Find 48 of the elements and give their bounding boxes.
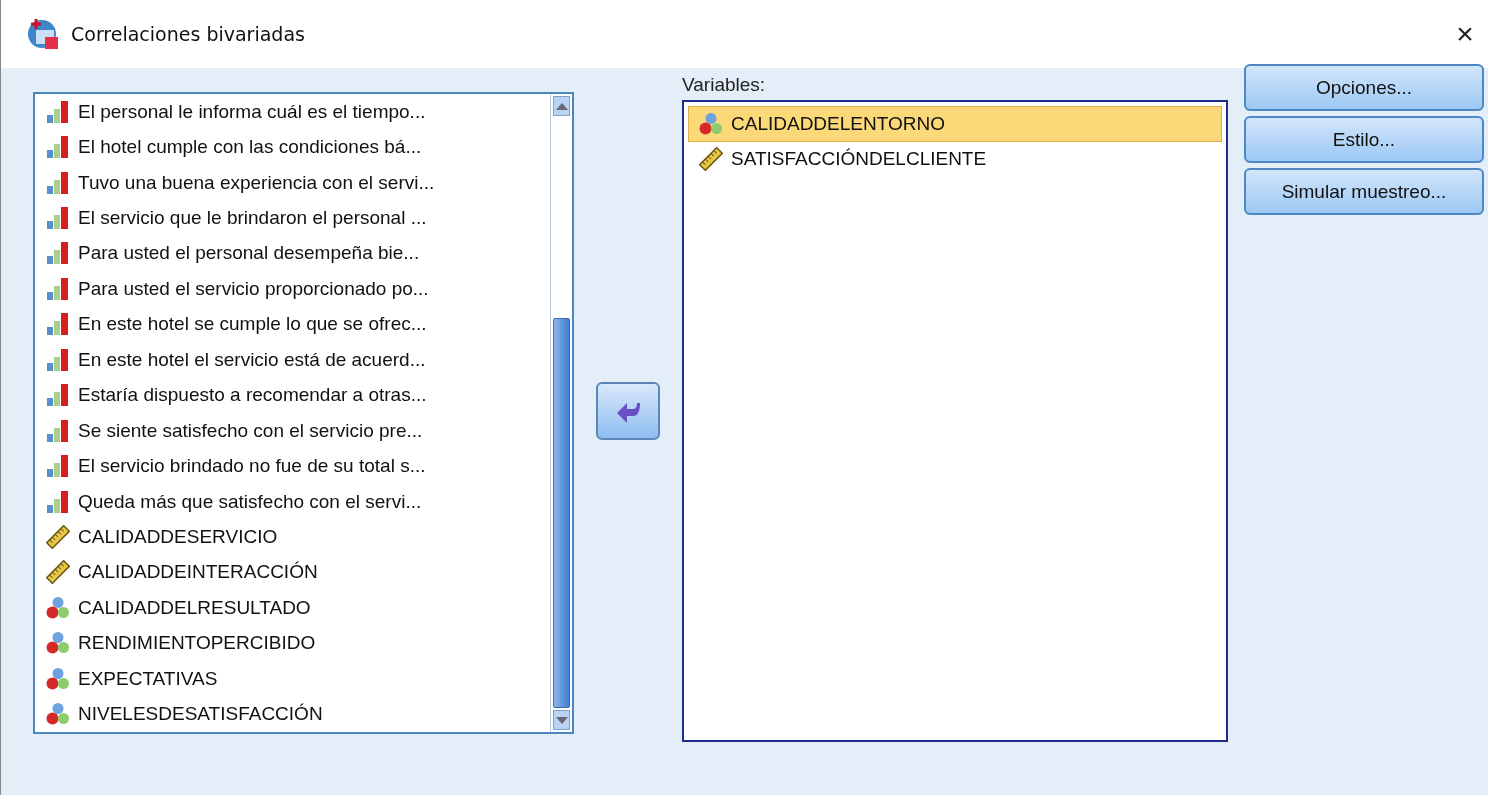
- variable-item[interactable]: CALIDADDELRESULTADO: [35, 590, 550, 626]
- variable-item[interactable]: En este hotel el servicio está de acuerd...: [35, 342, 550, 378]
- circles-icon: [46, 595, 70, 620]
- bar-chart-icon: [46, 347, 70, 372]
- variable-item[interactable]: CALIDADDESERVICIO: [35, 519, 550, 555]
- variable-item[interactable]: El servicio brindado no fue de su total s...: [35, 448, 550, 484]
- close-button[interactable]: ×: [1442, 10, 1488, 58]
- bar-chart-icon: [46, 206, 70, 231]
- variable-item[interactable]: El servicio que le brindaron el personal ...: [35, 200, 550, 236]
- bar-chart-icon: [46, 383, 70, 408]
- variable-item[interactable]: Para usted el personal desempeña bie...: [35, 235, 550, 272]
- bar-chart-icon: [46, 276, 70, 301]
- variable-item[interactable]: RENDIMIENTOPERCIBIDO: [35, 625, 550, 661]
- scrollbar[interactable]: [550, 94, 572, 732]
- bar-chart-icon: [46, 489, 70, 514]
- scroll-down-icon: [555, 716, 568, 724]
- bar-chart-icon: [46, 454, 70, 479]
- variable-item[interactable]: Tuvo una buena experiencia con el servi...: [35, 164, 550, 201]
- variable-item[interactable]: Queda más que satisfecho con el servi...: [35, 483, 550, 520]
- bar-chart-icon: [46, 99, 70, 124]
- variable-item[interactable]: En este hotel se cumple lo que se ofrec...: [35, 306, 550, 343]
- circles-icon: [46, 666, 70, 691]
- variable-item[interactable]: Para usted el servicio proporcionado po...: [35, 271, 550, 307]
- scroll-up-icon: [555, 102, 568, 110]
- variable-item[interactable]: El personal le informa cuál es el tiempo...: [35, 94, 550, 130]
- bar-chart-icon: [46, 170, 70, 195]
- move-button[interactable]: [596, 382, 660, 440]
- bar-chart-icon: [46, 418, 70, 443]
- dialog-button[interactable]: Estilo...: [1244, 116, 1484, 163]
- variable-item[interactable]: Se siente satisfecho con el servicio pre...: [35, 412, 550, 449]
- variable-item[interactable]: CALIDADDELENTORNO: [688, 106, 1222, 142]
- circles-icon: [46, 702, 70, 727]
- dialog-button[interactable]: Opciones...: [1244, 64, 1484, 111]
- circles-icon: [699, 111, 723, 136]
- variable-item[interactable]: EXPECTATIVAS: [35, 661, 550, 697]
- variable-item[interactable]: NIVELESDESATISFACCIÓN: [35, 696, 550, 732]
- circles-icon: [46, 631, 70, 656]
- variable-item[interactable]: SATISFACCIÓNDELCLIENTE: [688, 141, 1222, 177]
- bar-chart-icon: [46, 135, 70, 160]
- variable-item[interactable]: Estaría dispuesto a recomendar a otras...: [35, 377, 550, 413]
- variable-item[interactable]: El hotel cumple con las condiciones bá...: [35, 129, 550, 165]
- dialog-button[interactable]: Simular muestreo...: [1244, 168, 1484, 215]
- bar-chart-icon: [46, 312, 70, 337]
- app-icon: [27, 18, 59, 50]
- variables-label: Variables:: [682, 74, 767, 96]
- bar-chart-icon: [46, 241, 70, 266]
- variable-item[interactable]: CALIDADDEINTERACCIÓN: [35, 554, 550, 591]
- window-title: Correlaciones bivariadas: [71, 23, 306, 45]
